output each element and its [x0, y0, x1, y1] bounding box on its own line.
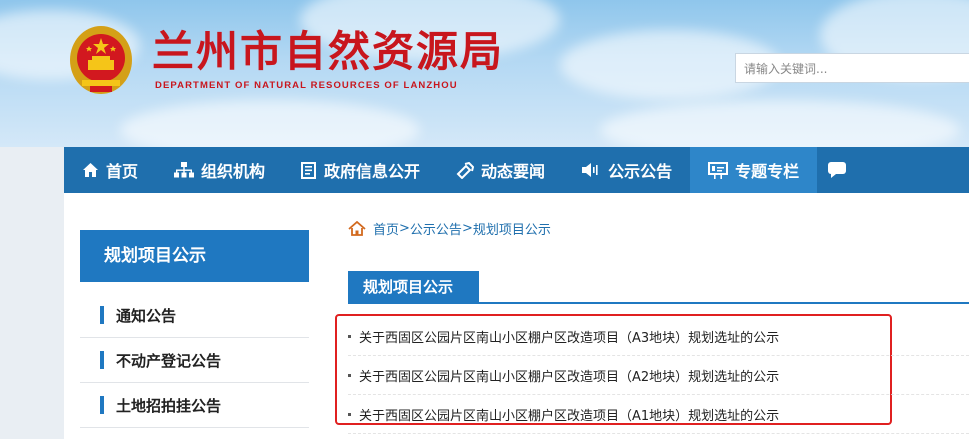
bullet-icon: [348, 334, 351, 338]
article-title: 关于西固区公园片区南山小区棚户区改造项目（A2地块）规划选址的公示: [359, 369, 780, 385]
breadcrumb-home-link[interactable]: 首页: [373, 219, 399, 238]
nav-item-special-topics[interactable]: 专题专栏: [690, 147, 818, 193]
nav-item-news[interactable]: 动态要闻: [438, 147, 563, 193]
nav-item-label: 专题专栏: [735, 162, 800, 181]
nav-item-announcements[interactable]: 公示公告: [563, 147, 690, 193]
news-icon: [456, 161, 475, 179]
section-divider: [348, 302, 969, 304]
article-list: 关于西固区公园片区南山小区棚户区改造项目（A3地块）规划选址的公示 关于西固区公…: [348, 317, 969, 434]
main-content: 规划项目公示 通知公告 不动产登记公告 土地招拍挂公告 首页 > 公示公告 > …: [64, 193, 969, 439]
home-icon: [348, 221, 366, 236]
home-icon: [83, 163, 98, 177]
chat-icon: [828, 162, 847, 178]
document-icon: [301, 161, 317, 179]
sidebar-menu: 通知公告 不动产登记公告 土地招拍挂公告: [80, 293, 309, 428]
nav-item-organization[interactable]: 组织机构: [156, 147, 283, 193]
site-subtitle: DEPARTMENT OF NATURAL RESOURCES OF LANZH…: [155, 80, 458, 91]
list-item[interactable]: 关于西固区公园片区南山小区棚户区改造项目（A2地块）规划选址的公示: [348, 356, 969, 395]
breadcrumb: 首页 > 公示公告 > 规划项目公示: [348, 219, 551, 238]
national-emblem-icon: [70, 26, 132, 94]
sidebar-item-land-auction[interactable]: 土地招拍挂公告: [80, 383, 309, 428]
org-chart-icon: [174, 162, 195, 178]
sidebar-item-real-estate[interactable]: 不动产登记公告: [80, 338, 309, 383]
sidebar-marker: [100, 351, 104, 369]
article-title: 关于西固区公园片区南山小区棚户区改造项目（A3地块）规划选址的公示: [359, 330, 780, 346]
presentation-icon: [708, 161, 729, 179]
section-title-tab: 规划项目公示: [348, 271, 479, 303]
site-header: 兰州市自然资源局 DEPARTMENT OF NATURAL RESOURCES…: [0, 0, 969, 147]
sidebar-title: 规划项目公示: [80, 230, 309, 282]
article-title: 关于西固区公园片区南山小区棚户区改造项目（A1地块）规划选址的公示: [359, 408, 780, 424]
nav-item-label: 公示公告: [608, 162, 673, 181]
list-item[interactable]: 关于西固区公园片区南山小区棚户区改造项目（A1地块）规划选址的公示: [348, 395, 969, 434]
cloud-decoration: [600, 100, 960, 147]
breadcrumb-current[interactable]: 规划项目公示: [473, 219, 551, 238]
nav-item-label: 政府信息公开: [324, 162, 421, 181]
breadcrumb-separator: >: [461, 221, 473, 236]
breadcrumb-separator: >: [399, 221, 410, 236]
nav-item-more[interactable]: [817, 147, 864, 193]
bullet-icon: [348, 412, 351, 416]
sidebar-marker: [100, 306, 104, 324]
main-nav: 首页 组织机构 政府信息公开 动态要闻 公示公告 专题专栏: [64, 147, 969, 193]
nav-item-label: 首页: [106, 162, 139, 181]
speaker-icon: [582, 163, 598, 177]
breadcrumb-announcements-link[interactable]: 公示公告: [410, 219, 462, 238]
nav-item-home[interactable]: 首页: [64, 147, 156, 193]
sidebar-item-label: 土地招拍挂公告: [116, 396, 222, 415]
sidebar-item-notices[interactable]: 通知公告: [80, 293, 309, 338]
search-input[interactable]: 请输入关键词...: [735, 53, 969, 83]
site-title: 兰州市自然资源局: [152, 27, 505, 76]
sidebar-marker: [100, 396, 104, 414]
list-item[interactable]: 关于西固区公园片区南山小区棚户区改造项目（A3地块）规划选址的公示: [348, 317, 969, 356]
nav-item-label: 动态要闻: [481, 162, 546, 181]
bullet-icon: [348, 373, 351, 377]
cloud-decoration: [120, 100, 420, 147]
nav-item-gov-info[interactable]: 政府信息公开: [283, 147, 438, 193]
sidebar-item-label: 不动产登记公告: [116, 351, 222, 370]
sidebar-item-label: 通知公告: [116, 306, 177, 325]
nav-item-label: 组织机构: [201, 162, 266, 181]
